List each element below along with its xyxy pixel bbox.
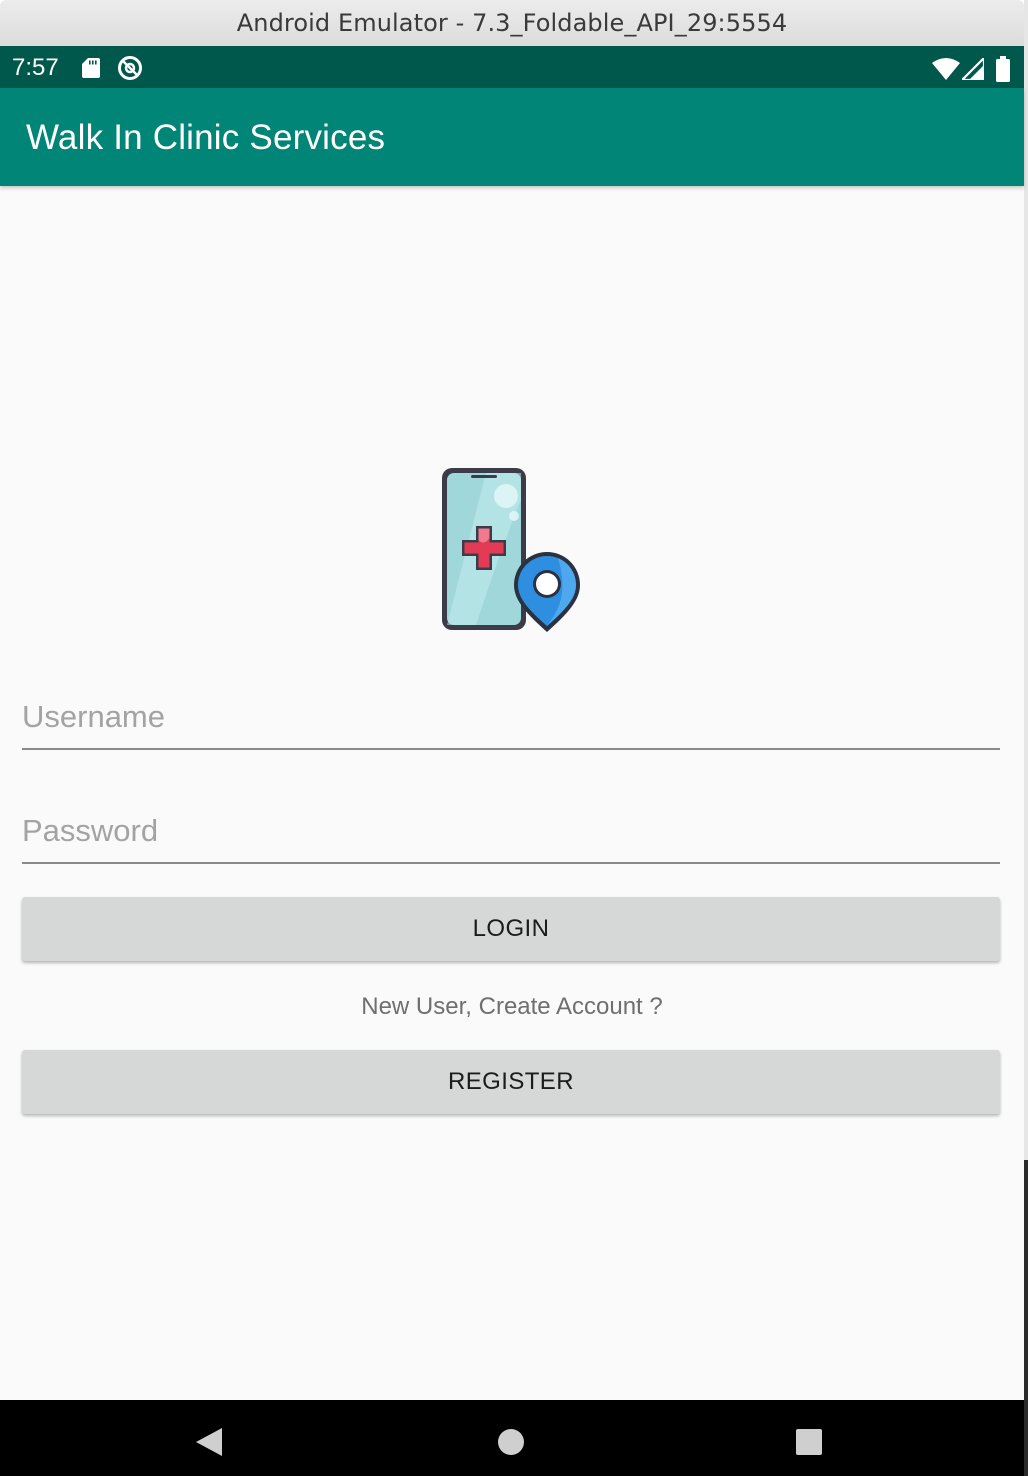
- recents-icon[interactable]: [795, 1428, 823, 1456]
- back-icon[interactable]: [194, 1426, 224, 1458]
- window-edge-dark: [1024, 1160, 1028, 1476]
- status-time: 7:57: [12, 54, 59, 81]
- sync-disabled-icon: [118, 56, 142, 80]
- cellular-signal-icon: [962, 58, 984, 80]
- login-button[interactable]: LOGIN: [22, 897, 1000, 961]
- register-button[interactable]: REGISTER: [22, 1050, 1000, 1114]
- emulator-window: Android Emulator - 7.3_Foldable_API_29:5…: [0, 0, 1028, 1476]
- battery-icon: [996, 56, 1010, 82]
- window-title-bar: Android Emulator - 7.3_Foldable_API_29:5…: [0, 0, 1024, 47]
- wifi-icon: [932, 58, 960, 80]
- new-user-prompt: New User, Create Account ?: [361, 993, 663, 1020]
- window-title: Android Emulator - 7.3_Foldable_API_29:5…: [236, 9, 788, 37]
- phone-medical-cross-location-pin-icon: [442, 468, 580, 632]
- app-bar: Walk In Clinic Services: [0, 88, 1024, 186]
- status-bar: 7:57: [0, 46, 1024, 88]
- login-screen: [0, 186, 1024, 1400]
- password-field[interactable]: [22, 806, 1000, 864]
- username-field[interactable]: [22, 692, 1000, 750]
- home-icon[interactable]: [497, 1428, 525, 1456]
- app-title: Walk In Clinic Services: [26, 118, 386, 157]
- sd-card-icon: [82, 58, 100, 78]
